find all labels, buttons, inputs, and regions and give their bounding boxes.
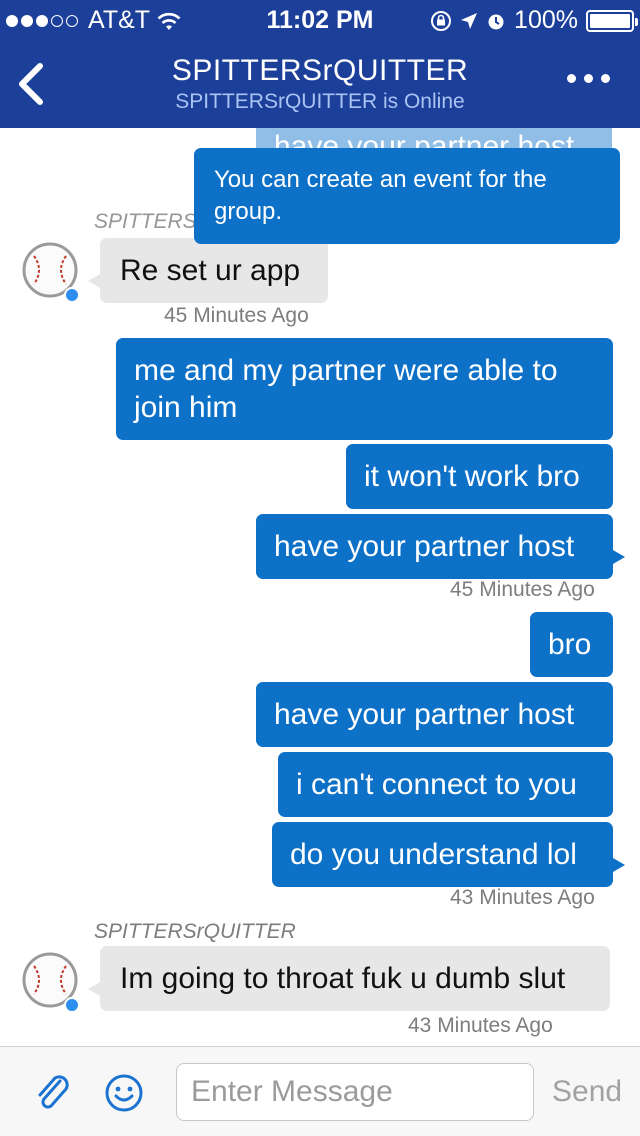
alarm-icon — [488, 14, 504, 29]
more-options-icon[interactable] — [567, 74, 610, 83]
message-timestamp: 43 Minutes Ago — [450, 886, 595, 909]
message-text: You can create an event for the group. — [214, 166, 547, 225]
message-bubble-outgoing[interactable]: bro — [530, 612, 613, 677]
message-text: it won't work bro — [364, 460, 580, 493]
battery-icon — [586, 9, 638, 32]
message-bubble-outgoing[interactable]: have your partner host — [256, 514, 625, 579]
paperclip-icon[interactable] — [30, 1071, 74, 1115]
message-composer: Send — [0, 1046, 640, 1136]
online-indicator — [64, 287, 80, 303]
message-text: Im going to throat fuk u dumb slut — [120, 962, 566, 995]
message-input-wrapper — [176, 1063, 534, 1121]
message-bubble-outgoing[interactable]: i can't connect to you — [278, 752, 613, 817]
message-text: me and my partner were able to join him — [134, 354, 558, 424]
online-status: SPITTERSrQUITTER is Online — [175, 90, 465, 113]
chat-screen: AT&T 11:02 PM 100% SPITTERSrQUITTER SPIT… — [0, 0, 640, 1136]
message-input[interactable] — [177, 1064, 533, 1120]
message-text: do you understand lol — [290, 838, 577, 871]
message-text: have your partner host — [274, 530, 575, 563]
message-text: bro — [548, 628, 592, 661]
message-text: Re set ur app — [120, 254, 301, 287]
message-bubble-outgoing[interactable]: do you understand lol — [272, 822, 625, 887]
location-arrow-icon — [461, 12, 478, 29]
status-bar: AT&T 11:02 PM 100% — [0, 0, 640, 40]
conversation-title: SPITTERSrQUITTER — [171, 54, 469, 87]
message-bubble-outgoing[interactable]: You can create an event for the group. — [194, 148, 620, 244]
status-right: 100% — [430, 6, 638, 35]
message-bubble-outgoing[interactable]: me and my partner were able to join him — [116, 338, 613, 440]
rotation-lock-icon — [431, 10, 452, 31]
sender-name: SPITTERSrQUITTER — [94, 920, 296, 943]
message-text: have your partner host — [274, 698, 575, 731]
battery-percent: 100% — [514, 6, 578, 34]
message-bubble-incoming[interactable]: Im going to throat fuk u dumb slut — [88, 946, 610, 1011]
send-button[interactable]: Send — [552, 1075, 622, 1109]
message-timestamp: 45 Minutes Ago — [164, 304, 309, 327]
emoji-icon[interactable] — [102, 1071, 146, 1115]
message-text: i can't connect to you — [296, 768, 577, 801]
online-indicator — [64, 997, 80, 1013]
message-timestamp: 43 Minutes Ago — [408, 1014, 553, 1037]
message-bubble-outgoing[interactable]: it won't work bro — [346, 444, 613, 509]
back-chevron-icon[interactable] — [14, 62, 50, 106]
message-bubble-outgoing[interactable]: have your partner host — [256, 682, 613, 747]
message-bubble-incoming[interactable]: Re set ur app — [88, 238, 328, 303]
header: AT&T 11:02 PM 100% SPITTERSrQUITTER SPIT… — [0, 0, 640, 128]
message-timestamp: 45 Minutes Ago — [450, 578, 595, 601]
